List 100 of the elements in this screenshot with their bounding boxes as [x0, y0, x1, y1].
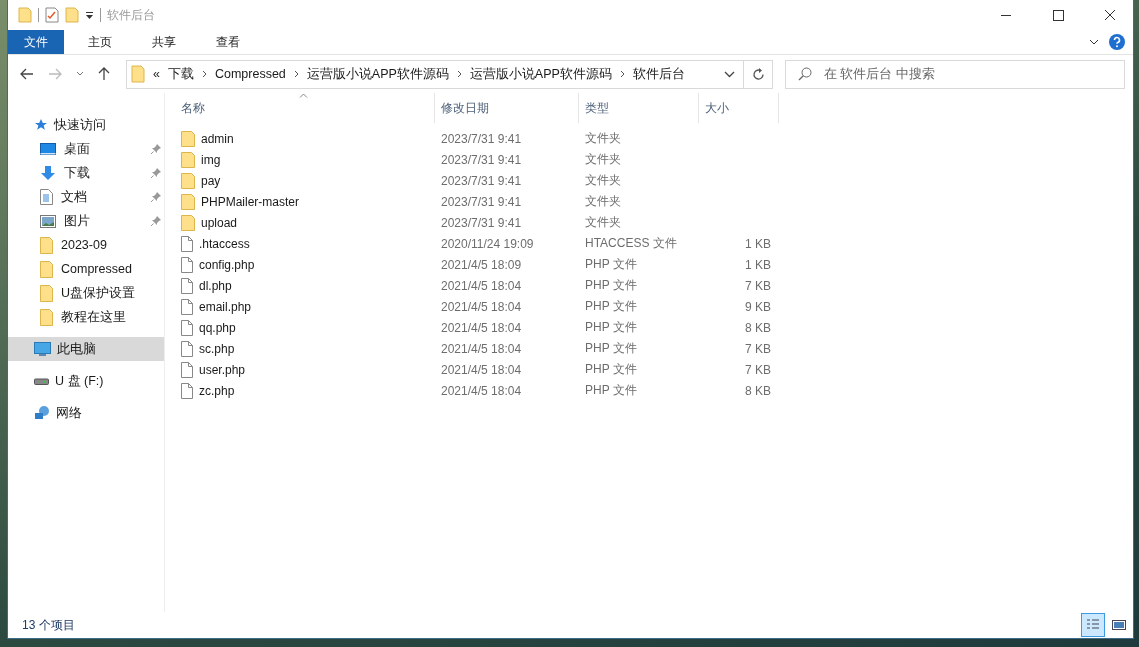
modified-date: 2023/7/31 9:41: [440, 194, 523, 209]
file-type: PHP 文件: [584, 256, 638, 273]
file-row[interactable]: PHPMailer-master 2023/7/31 9:41 文件夹: [175, 191, 1133, 212]
sort-caret-icon: [299, 93, 308, 98]
file-row[interactable]: .htaccess 2020/11/24 19:09 HTACCESS 文件 1 KB: [175, 233, 1133, 254]
item-count: 13 个项目: [22, 616, 75, 634]
monitor-icon: [34, 341, 51, 357]
overflow-chevron[interactable]: «: [153, 67, 160, 81]
back-arrow-icon[interactable]: [20, 68, 34, 80]
dropdown-icon[interactable]: [85, 11, 94, 19]
sidebar-label: Compressed: [61, 262, 132, 276]
sidebar-label: 文档: [61, 188, 87, 206]
file-type: PHP 文件: [584, 361, 638, 378]
pin-icon[interactable]: [150, 191, 162, 203]
address-bar[interactable]: « 下载 Compressed 运营版小说APP软件源码 运营版小说APP软件源码 软件后台: [126, 59, 744, 89]
pin-icon[interactable]: [150, 215, 162, 227]
sidebar-item[interactable]: 此电脑: [8, 337, 164, 361]
pin-icon[interactable]: [150, 143, 162, 155]
folder-icon: [40, 236, 53, 254]
sidebar-label: 图片: [64, 212, 90, 230]
forward-arrow-icon[interactable]: [48, 68, 62, 80]
file-icon: [181, 235, 193, 252]
sidebar-item[interactable]: 下载: [8, 161, 164, 185]
file-icon: [181, 319, 193, 336]
sidebar-label: U盘保护设置: [61, 284, 136, 302]
file-row[interactable]: upload 2023/7/31 9:41 文件夹: [175, 212, 1133, 233]
folder-icon: [181, 214, 195, 231]
sidebar-item[interactable]: Compressed: [8, 257, 164, 281]
sidebar-item[interactable]: 网络: [8, 401, 164, 425]
star-icon: [34, 118, 48, 132]
modified-date: 2021/4/5 18:04: [440, 362, 523, 377]
desktop-icon: [40, 142, 56, 156]
file-row[interactable]: user.php 2021/4/5 18:04 PHP 文件 7 KB: [175, 359, 1133, 380]
sidebar-item[interactable]: 图片: [8, 209, 164, 233]
file-name: zc.php: [199, 383, 235, 398]
file-row[interactable]: email.php 2021/4/5 18:04 PHP 文件 9 KB: [175, 296, 1133, 317]
chevron-right-icon: [456, 70, 462, 78]
column-header[interactable]: 修改日期: [435, 93, 579, 123]
file-row[interactable]: zc.php 2021/4/5 18:04 PHP 文件 8 KB: [175, 380, 1133, 401]
window-title: 软件后台: [107, 6, 155, 24]
column-header[interactable]: 类型: [579, 93, 699, 123]
modified-date: 2021/4/5 18:04: [440, 341, 523, 356]
refresh-button[interactable]: [743, 59, 773, 89]
recent-chevron-icon[interactable]: [76, 71, 84, 77]
file-size: 8 KB: [745, 320, 771, 335]
chevron-icon[interactable]: [1089, 38, 1099, 46]
file-row[interactable]: qq.php 2021/4/5 18:04 PHP 文件 8 KB: [175, 317, 1133, 338]
file-row[interactable]: config.php 2021/4/5 18:09 PHP 文件 1 KB: [175, 254, 1133, 275]
sidebar-item[interactable]: 快速访问: [8, 113, 164, 137]
column-header[interactable]: 名称: [175, 93, 435, 123]
search-field[interactable]: 在 软件后台 中搜索: [785, 59, 1125, 89]
breadcrumb[interactable]: Compressed: [214, 67, 286, 81]
file-name: admin: [201, 131, 234, 146]
sidebar-label: 快速访问: [54, 116, 106, 134]
breadcrumb[interactable]: 软件后台: [632, 65, 685, 83]
file-row[interactable]: admin 2023/7/31 9:41 文件夹: [175, 128, 1133, 149]
file-row[interactable]: sc.php 2021/4/5 18:04 PHP 文件 7 KB: [175, 338, 1133, 359]
dropdown-chevron-icon[interactable]: [724, 70, 735, 78]
ribbon-tab[interactable]: 共享: [136, 30, 192, 54]
breadcrumb[interactable]: 下载: [167, 65, 194, 83]
properties-icon[interactable]: [45, 7, 59, 23]
sidebar-label: 教程在这里: [61, 308, 126, 326]
folder-icon: [40, 260, 53, 278]
down-arrow-icon: [40, 165, 56, 181]
file-name: qq.php: [199, 320, 236, 335]
file-type: PHP 文件: [584, 277, 638, 294]
folder-icon: [40, 308, 53, 326]
sidebar-label: 桌面: [64, 140, 90, 158]
up-arrow-icon[interactable]: [98, 67, 110, 81]
file-size: 8 KB: [745, 383, 771, 398]
file-size: 1 KB: [745, 257, 771, 272]
sidebar-item[interactable]: 桌面: [8, 137, 164, 161]
sidebar-item[interactable]: 2023-09: [8, 233, 164, 257]
ribbon-tab[interactable]: 文件: [8, 30, 64, 54]
sidebar-item[interactable]: U 盘 (F:): [8, 369, 164, 393]
modified-date: 2021/4/5 18:04: [440, 320, 523, 335]
folder-icon: [181, 130, 195, 147]
ribbon-tab[interactable]: 查看: [200, 30, 256, 54]
sidebar-item[interactable]: 文档: [8, 185, 164, 209]
help-icon[interactable]: [1109, 34, 1125, 50]
file-row[interactable]: dl.php 2021/4/5 18:04 PHP 文件 7 KB: [175, 275, 1133, 296]
sidebar-item[interactable]: 教程在这里: [8, 305, 164, 329]
file-icon: [181, 340, 193, 357]
search-icon: [798, 66, 812, 81]
file-type: PHP 文件: [584, 340, 638, 357]
network-icon: [34, 405, 50, 421]
file-row[interactable]: pay 2023/7/31 9:41 文件夹: [175, 170, 1133, 191]
pin-icon[interactable]: [150, 167, 162, 179]
ribbon-tab[interactable]: 主页: [72, 30, 128, 54]
sidebar-item[interactable]: U盘保护设置: [8, 281, 164, 305]
file-row[interactable]: img 2023/7/31 9:41 文件夹: [175, 149, 1133, 170]
breadcrumb[interactable]: 运营版小说APP软件源码: [469, 65, 612, 83]
file-icon: [181, 361, 193, 378]
breadcrumb[interactable]: 运营版小说APP软件源码: [306, 65, 449, 83]
file-type: PHP 文件: [584, 382, 638, 399]
file-type: 文件夹: [584, 130, 622, 147]
file-type: 文件夹: [584, 214, 622, 231]
document-icon: [40, 189, 53, 205]
file-icon: [181, 256, 193, 273]
column-header[interactable]: 大小: [699, 93, 779, 123]
